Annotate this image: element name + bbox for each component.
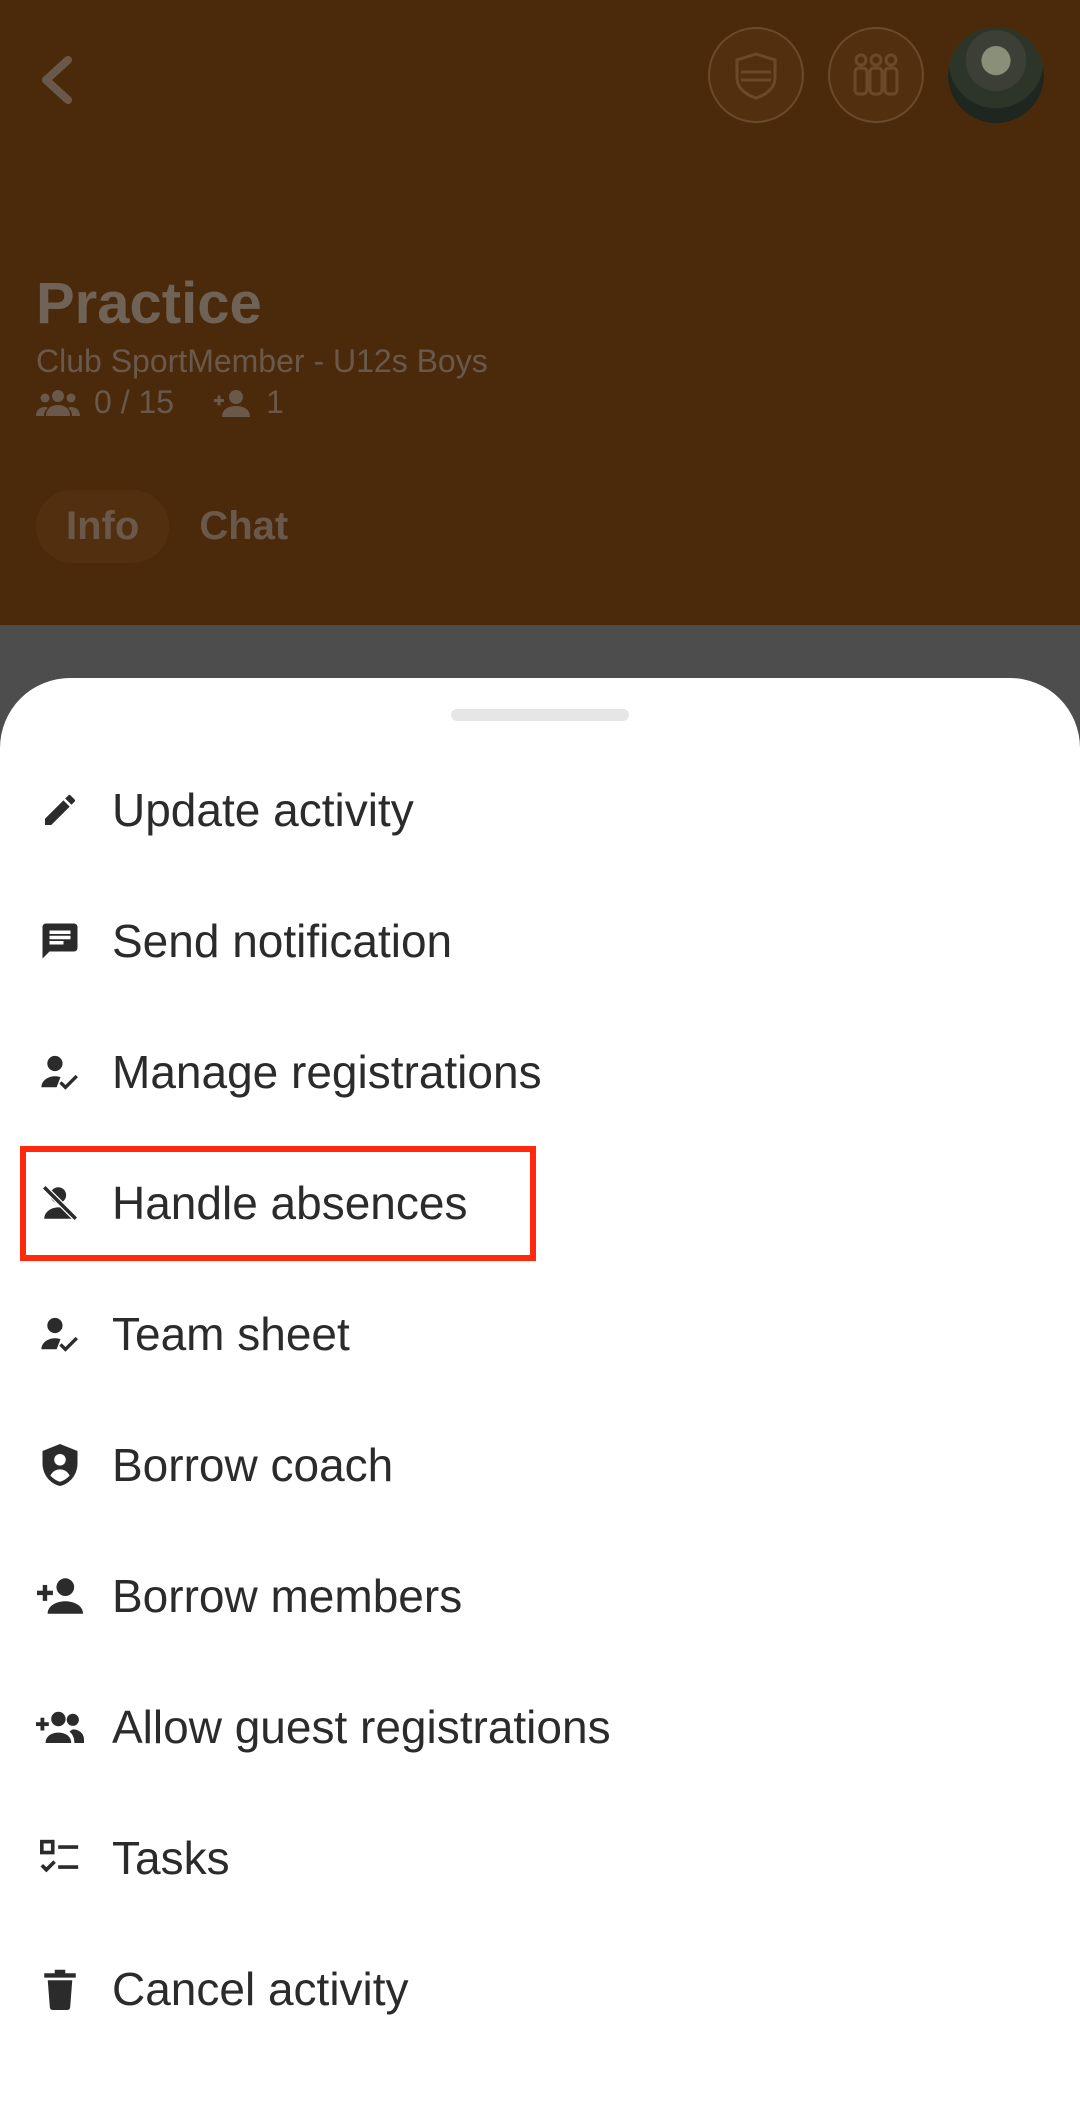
menu-item-label: Borrow coach <box>112 1438 394 1491</box>
checklist-icon <box>36 1834 84 1882</box>
menu-item-update-activity[interactable]: Update activity <box>0 744 1080 875</box>
menu-item-label: Team sheet <box>112 1307 350 1360</box>
menu-item-tasks[interactable]: Tasks <box>0 1792 1080 1923</box>
action-menu: Update activity Send notification Manage… <box>0 744 1080 2054</box>
menu-item-borrow-coach[interactable]: Borrow coach <box>0 1399 1080 1530</box>
menu-item-label: Update activity <box>112 783 414 836</box>
activity-header: Practice Club SportMember - U12s Boys 0 … <box>0 0 1080 625</box>
tab-bar: Info Chat <box>36 490 318 563</box>
menu-item-label: Cancel activity <box>112 1962 409 2015</box>
profile-avatar[interactable] <box>948 27 1044 123</box>
menu-item-send-notification[interactable]: Send notification <box>0 875 1080 1006</box>
team-members-icon[interactable] <box>828 27 924 123</box>
menu-item-label: Borrow members <box>112 1569 463 1622</box>
trash-icon <box>36 1965 84 2013</box>
activity-subtitle: Club SportMember - U12s Boys <box>36 343 488 379</box>
participants-count: 0 / 15 <box>94 384 175 420</box>
person-add-icon <box>36 1572 84 1620</box>
activity-title: Practice <box>36 271 262 336</box>
message-icon <box>36 917 84 965</box>
person-check-icon <box>36 1310 84 1358</box>
menu-item-manage-registrations[interactable]: Manage registrations <box>0 1006 1080 1137</box>
pencil-icon <box>36 786 84 834</box>
menu-item-team-sheet[interactable]: Team sheet <box>0 1268 1080 1399</box>
menu-item-label: Manage registrations <box>112 1045 542 1098</box>
shield-person-icon <box>36 1441 84 1489</box>
guest-count: 1 <box>266 384 284 420</box>
action-bottom-sheet: Update activity Send notification Manage… <box>0 678 1080 2115</box>
group-add-icon <box>36 1703 84 1751</box>
participants-icon <box>36 389 80 416</box>
highlight-box <box>20 1146 536 1261</box>
menu-item-label: Allow guest registrations <box>112 1700 611 1753</box>
tab-chat[interactable]: Chat <box>169 490 318 563</box>
menu-item-cancel-activity[interactable]: Cancel activity <box>0 1923 1080 2054</box>
club-badge-icon[interactable] <box>708 27 804 123</box>
back-arrow-icon[interactable] <box>34 52 82 108</box>
sheet-drag-handle[interactable] <box>451 709 629 721</box>
menu-item-borrow-members[interactable]: Borrow members <box>0 1530 1080 1661</box>
menu-item-label: Send notification <box>112 914 453 967</box>
person-check-icon <box>36 1048 84 1096</box>
activity-counts: 0 / 15 1 <box>36 384 322 421</box>
tab-info[interactable]: Info <box>36 490 170 563</box>
menu-item-label: Tasks <box>112 1831 230 1884</box>
guest-icon <box>214 389 251 417</box>
menu-item-allow-guest-registrations[interactable]: Allow guest registrations <box>0 1661 1080 1792</box>
